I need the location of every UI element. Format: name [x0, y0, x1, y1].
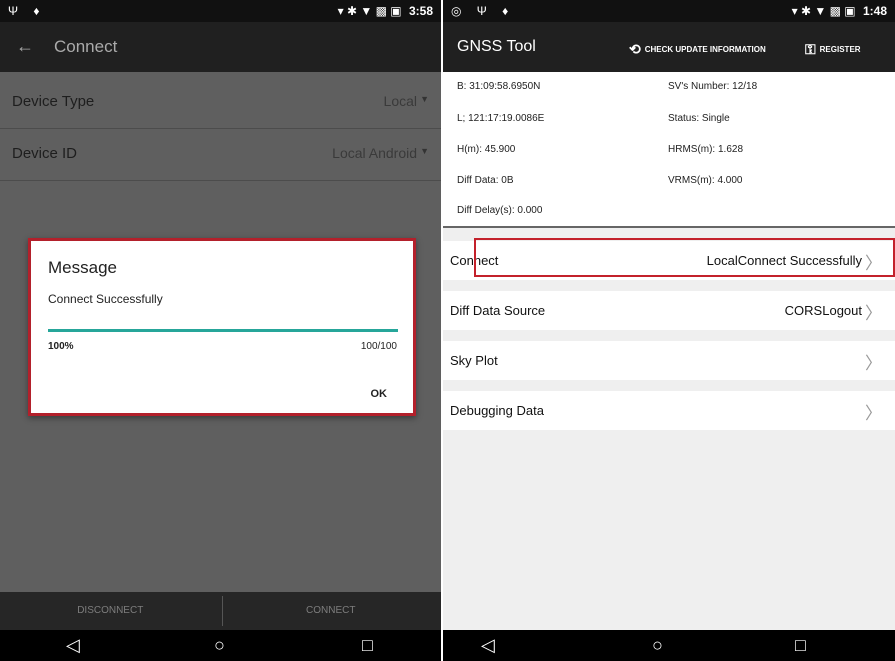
register-label: REGISTER	[819, 45, 861, 54]
menu-item-sky-plot[interactable]: Sky Plot 〉	[443, 341, 895, 380]
dialog-message: Connect Successfully	[48, 292, 163, 306]
dialog-title: Message	[48, 258, 117, 277]
history-icon: ⟲	[629, 41, 641, 57]
system-icons: ▾ ✱ ▼ ▩ ▣ 1:48	[792, 4, 887, 18]
hrms: HRMS(m): 1.628	[668, 144, 744, 155]
device-id-value[interactable]: Local Android	[332, 145, 417, 161]
menu-item-label: Sky Plot	[450, 353, 498, 368]
menu-item-diff-data-source[interactable]: Diff Data Source CORSLogout 〉	[443, 291, 895, 330]
bottom-action-bar: DISCONNECT CONNECT	[0, 592, 441, 630]
dropdown-caret-icon: ▼	[420, 146, 429, 156]
menu-item-label: Diff Data Source	[450, 303, 546, 318]
progress-bar	[48, 329, 398, 332]
status-icons: ▾ ✱ ▼ ▩ ▣	[791, 4, 856, 18]
nav-home-icon[interactable]: ○	[652, 634, 663, 656]
nav-recents-icon[interactable]: □	[795, 634, 806, 656]
height-h: H(m): 45.900	[457, 144, 516, 155]
right-screen: ◎ Ψ ♦ ▾ ✱ ▼ ▩ ▣ 1:48 GNSS Tool ⟲ CHECK UP…	[443, 0, 895, 661]
clock: 1:48	[862, 4, 887, 18]
nav-home-icon[interactable]: ○	[214, 634, 225, 656]
progress-fill	[48, 329, 398, 332]
chevron-right-icon: 〉	[865, 404, 882, 423]
progress-count: 100/100	[360, 341, 397, 352]
diff-data: Diff Data: 0B	[457, 175, 514, 186]
device-id-label: Device ID	[12, 145, 78, 162]
highlight-box	[474, 238, 895, 277]
position-info-panel: B: 31:09:58.6950N L; 121:17:19.0086E H(m…	[443, 72, 895, 228]
status-bar: ◎ Ψ ♦ ▾ ✱ ▼ ▩ ▣ 1:48	[443, 0, 895, 22]
nav-back-icon[interactable]: ◁	[481, 634, 495, 656]
connect-button[interactable]: CONNECT	[221, 592, 442, 630]
message-dialog: Message Connect Successfully 100% 100/10…	[28, 238, 416, 416]
device-type-label: Device Type	[12, 93, 95, 110]
key-icon: ⚿	[805, 41, 816, 57]
check-update-button[interactable]: ⟲ CHECK UPDATE INFORMATION	[629, 41, 766, 58]
fix-status: Status: Single	[668, 113, 730, 124]
latitude-b: B: 31:09:58.6950N	[457, 81, 541, 92]
sv-number: SV's Number: 12/18	[668, 81, 758, 92]
device-type-row[interactable]: Device Type Local ▼	[0, 76, 441, 128]
dropdown-caret-icon: ▼	[420, 94, 429, 104]
diff-delay: Diff Delay(s): 0.000	[457, 205, 543, 216]
check-update-label: CHECK UPDATE INFORMATION	[644, 45, 766, 54]
chevron-right-icon: 〉	[865, 304, 882, 323]
divider	[0, 180, 441, 181]
app-bar: ← Connect	[0, 22, 441, 72]
chevron-right-icon: 〉	[865, 354, 882, 373]
notification-icons: Ψ ♦	[8, 4, 46, 18]
ok-button[interactable]: OK	[371, 388, 388, 400]
vrms: VRMS(m): 4.000	[668, 175, 743, 186]
device-id-row[interactable]: Device ID Local Android ▼	[0, 128, 441, 180]
notification-icons: ◎ Ψ ♦	[451, 4, 515, 18]
disconnect-button[interactable]: DISCONNECT	[0, 592, 221, 630]
navigation-bar: ◁ ○ □	[0, 630, 441, 661]
back-arrow-icon[interactable]: ←	[16, 36, 34, 57]
device-type-value[interactable]: Local	[384, 93, 417, 109]
menu-item-value: CORSLogout	[784, 303, 862, 318]
nav-recents-icon[interactable]: □	[362, 634, 373, 656]
progress-percent: 100%	[48, 341, 74, 352]
status-bar: Ψ ♦ ▾ ✱ ▼ ▩ ▣ 3:58	[0, 0, 441, 22]
longitude-l: L; 121:17:19.0086E	[457, 113, 545, 124]
page-title: Connect	[54, 37, 118, 56]
system-icons: ▾ ✱ ▼ ▩ ▣ 3:58	[338, 4, 433, 18]
menu-item-label: Debugging Data	[450, 403, 544, 418]
app-title: GNSS Tool	[457, 38, 536, 55]
register-button[interactable]: ⚿ REGISTER	[805, 41, 861, 58]
status-icons: ▾ ✱ ▼ ▩ ▣	[337, 4, 402, 18]
clock: 3:58	[408, 4, 433, 18]
menu-item-debugging-data[interactable]: Debugging Data 〉	[443, 391, 895, 430]
navigation-bar: ◁ ○ □	[443, 630, 895, 661]
nav-back-icon[interactable]: ◁	[66, 634, 80, 656]
app-bar: GNSS Tool ⟲ CHECK UPDATE INFORMATION ⚿ REG…	[443, 22, 895, 72]
